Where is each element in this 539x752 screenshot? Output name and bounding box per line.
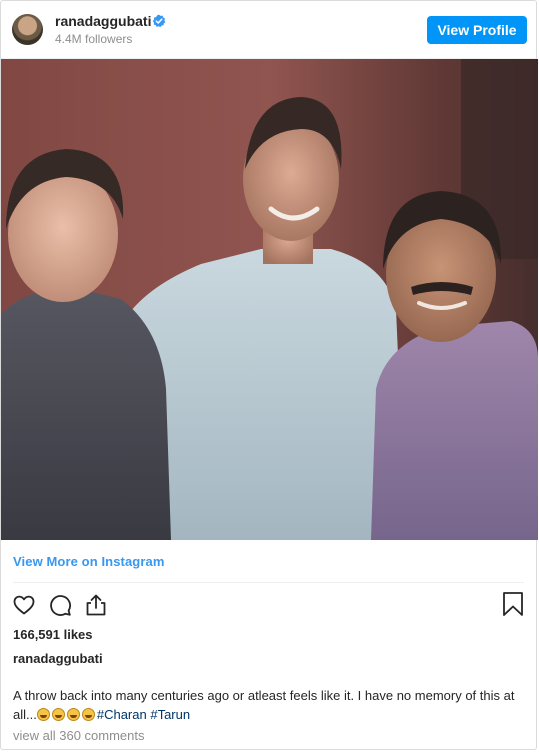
share-button[interactable]: [82, 591, 110, 619]
username[interactable]: ranadaggubati: [55, 13, 151, 29]
instagram-embed-card: ranadaggubati 4.4M followers View Profil…: [0, 0, 538, 750]
comment-icon: [50, 595, 71, 616]
grinning-sweat-emoji-icon: [66, 708, 80, 721]
grinning-sweat-emoji-icon: [81, 708, 95, 721]
caption-username[interactable]: ranadaggubati: [13, 651, 103, 666]
post-header: ranadaggubati 4.4M followers View Profil…: [1, 1, 536, 59]
view-profile-button[interactable]: View Profile: [427, 16, 527, 44]
bookmark-icon: [503, 592, 523, 616]
follower-count: 4.4M followers: [55, 32, 133, 46]
view-more-on-instagram-link[interactable]: View More on Instagram: [13, 554, 165, 569]
post-photo[interactable]: [1, 59, 538, 540]
hashtag-link[interactable]: #Tarun: [150, 707, 190, 722]
like-button[interactable]: [10, 591, 38, 619]
save-button[interactable]: [501, 591, 527, 619]
grinning-sweat-emoji-icon: [51, 708, 65, 721]
hashtag-link[interactable]: #Charan: [97, 707, 147, 722]
post-caption: A throw back into many centuries ago or …: [13, 686, 528, 724]
grinning-sweat-emoji-icon: [36, 708, 50, 721]
photo-image: [1, 59, 538, 540]
verified-badge-icon: [152, 14, 166, 28]
avatar[interactable]: [12, 14, 43, 45]
divider: [13, 582, 524, 583]
share-icon: [86, 594, 106, 616]
like-count[interactable]: 166,591 likes: [13, 627, 93, 642]
heart-icon: [13, 595, 35, 615]
view-comments-link[interactable]: view all 360 comments: [13, 728, 145, 743]
comment-button[interactable]: [46, 591, 74, 619]
